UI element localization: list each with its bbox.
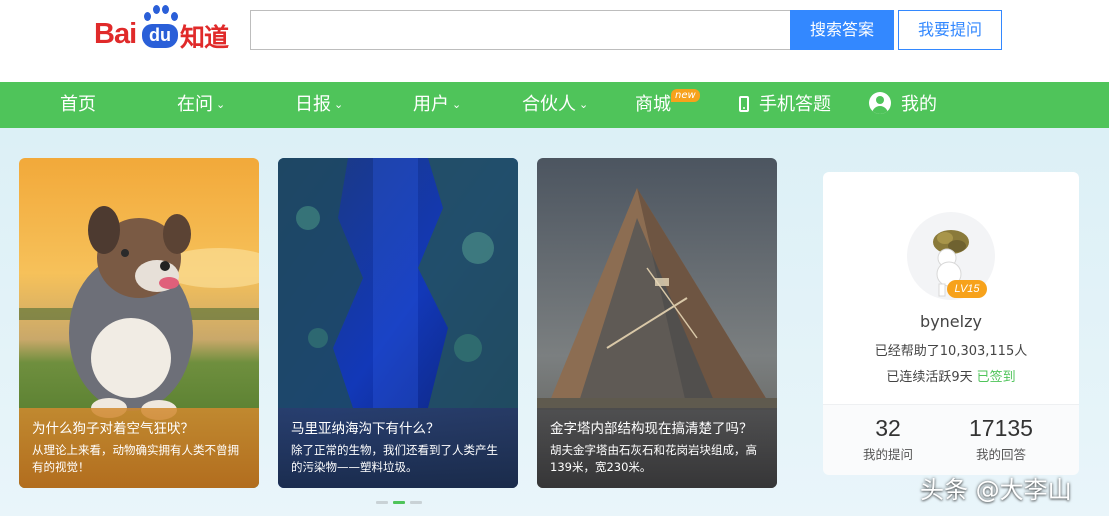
signed-in-status: 已签到 bbox=[976, 370, 1016, 385]
search-button[interactable]: 搜索答案 bbox=[790, 10, 894, 50]
card-description: 胡夫金字塔由石灰石和花岗岩块组成，高139米，宽230米。 bbox=[550, 443, 757, 474]
card-title: 为什么狗子对着空气狂吠？ bbox=[32, 421, 194, 437]
nav-item-users[interactable]: 用户 ⌄ bbox=[413, 82, 461, 128]
nav-item-mall[interactable]: 商城 new bbox=[635, 82, 700, 128]
card-caption: 金字塔内部结构现在搞清楚了吗？ 胡夫金字塔由石灰石和花岗岩块组成，高139米，宽… bbox=[537, 408, 777, 488]
nav-item-daily[interactable]: 日报 ⌄ bbox=[295, 82, 343, 128]
paw-icon bbox=[162, 5, 169, 14]
card-description: 从理论上来看，动物确实拥有人类不曾拥有的视觉！ bbox=[32, 443, 239, 474]
nav-item-label: 我的 bbox=[901, 94, 937, 115]
nav-item-label: 合伙人 bbox=[522, 94, 576, 115]
chevron-down-icon: ⌄ bbox=[452, 98, 462, 111]
paw-icon bbox=[171, 12, 178, 21]
nav-item-mobile-answer[interactable]: 手机答题 bbox=[739, 82, 831, 128]
phone-icon bbox=[739, 96, 749, 112]
featured-card[interactable]: 金字塔内部结构现在搞清楚了吗？ 胡夫金字塔由石灰石和花岗岩块组成，高139米，宽… bbox=[537, 158, 777, 488]
username[interactable]: bynelzy bbox=[823, 312, 1079, 331]
search-input[interactable] bbox=[250, 10, 790, 50]
nav-item-label: 手机答题 bbox=[759, 94, 831, 115]
questions-count: 32 bbox=[875, 415, 901, 441]
featured-card[interactable]: 马里亚纳海沟下有什么？ 除了正常的生物，我们还看到了人类产生的污染物——塑料垃圾… bbox=[278, 158, 518, 488]
my-questions-stat[interactable]: 32 我的提问 bbox=[863, 415, 913, 463]
nav-item-label: 日报 bbox=[295, 94, 331, 115]
helped-count-text: 已经帮助了10,303,115人 bbox=[874, 344, 1028, 359]
nav-item-mine[interactable]: 我的 bbox=[869, 82, 937, 128]
nav-item-label: 在问 bbox=[177, 94, 213, 115]
my-answers-stat[interactable]: 17135 我的回答 bbox=[969, 415, 1033, 463]
ask-question-button[interactable]: 我要提问 bbox=[898, 10, 1002, 50]
user-profile-card: LV15 bynelzy 已经帮助了10,303,115人 已连续活跃9天 已签到… bbox=[823, 172, 1079, 475]
new-badge: new bbox=[671, 89, 700, 102]
profile-stats: 32 我的提问 17135 我的回答 bbox=[823, 404, 1079, 475]
baidu-zhidao-logo[interactable]: Bai du 知道 bbox=[94, 4, 234, 52]
nav-item-label: 首页 bbox=[60, 94, 96, 115]
answers-label: 我的回答 bbox=[975, 447, 1026, 462]
chevron-down-icon: ⌄ bbox=[334, 98, 344, 111]
paw-icon bbox=[144, 12, 151, 21]
nav-item-home[interactable]: 首页 bbox=[60, 82, 96, 128]
user-icon bbox=[869, 92, 891, 114]
main-content: 为什么狗子对着空气狂吠？ 从理论上来看，动物确实拥有人类不曾拥有的视觉！ 马里亚… bbox=[0, 128, 1109, 516]
logo-text-du: du bbox=[142, 24, 178, 48]
featured-card[interactable]: 为什么狗子对着空气狂吠？ 从理论上来看，动物确实拥有人类不曾拥有的视觉！ bbox=[19, 158, 259, 488]
answers-count: 17135 bbox=[969, 415, 1033, 441]
streak-text: 已连续活跃9天 已签到 bbox=[823, 366, 1079, 385]
streak-days: 已连续活跃9天 bbox=[886, 370, 973, 385]
main-nav: 首页 在问 ⌄ 日报 ⌄ 用户 ⌄ 合伙人 ⌄ 商城 new 手机答题 我的 bbox=[0, 82, 1109, 128]
logo-text-product: 知道 bbox=[180, 23, 229, 52]
level-badge: LV15 bbox=[947, 280, 987, 298]
card-title: 马里亚纳海沟下有什么？ bbox=[291, 421, 440, 437]
card-caption: 马里亚纳海沟下有什么？ 除了正常的生物，我们还看到了人类产生的污染物——塑料垃圾… bbox=[278, 408, 518, 488]
chevron-down-icon: ⌄ bbox=[579, 98, 589, 111]
card-title: 金字塔内部结构现在搞清楚了吗？ bbox=[550, 421, 753, 437]
nav-item-label: 商城 bbox=[635, 94, 671, 115]
card-caption: 为什么狗子对着空气狂吠？ 从理论上来看，动物确实拥有人类不曾拥有的视觉！ bbox=[19, 408, 259, 488]
carousel-dot[interactable] bbox=[410, 501, 422, 504]
nav-item-partners[interactable]: 合伙人 ⌄ bbox=[522, 82, 588, 128]
card-description: 除了正常的生物，我们还看到了人类产生的污染物——塑料垃圾。 bbox=[291, 443, 498, 474]
nav-item-label: 用户 bbox=[413, 94, 449, 115]
carousel-dot[interactable] bbox=[376, 501, 388, 504]
logo-text-bai: Bai bbox=[94, 18, 137, 50]
nav-item-asking[interactable]: 在问 ⌄ bbox=[177, 82, 225, 128]
watermark: 头条 @大李山 bbox=[920, 476, 1072, 504]
carousel-dot-active[interactable] bbox=[393, 501, 405, 504]
questions-label: 我的提问 bbox=[863, 447, 914, 462]
header: Bai du 知道 搜索答案 我要提问 bbox=[0, 0, 1109, 82]
chevron-down-icon: ⌄ bbox=[216, 98, 226, 111]
paw-icon bbox=[153, 5, 160, 14]
